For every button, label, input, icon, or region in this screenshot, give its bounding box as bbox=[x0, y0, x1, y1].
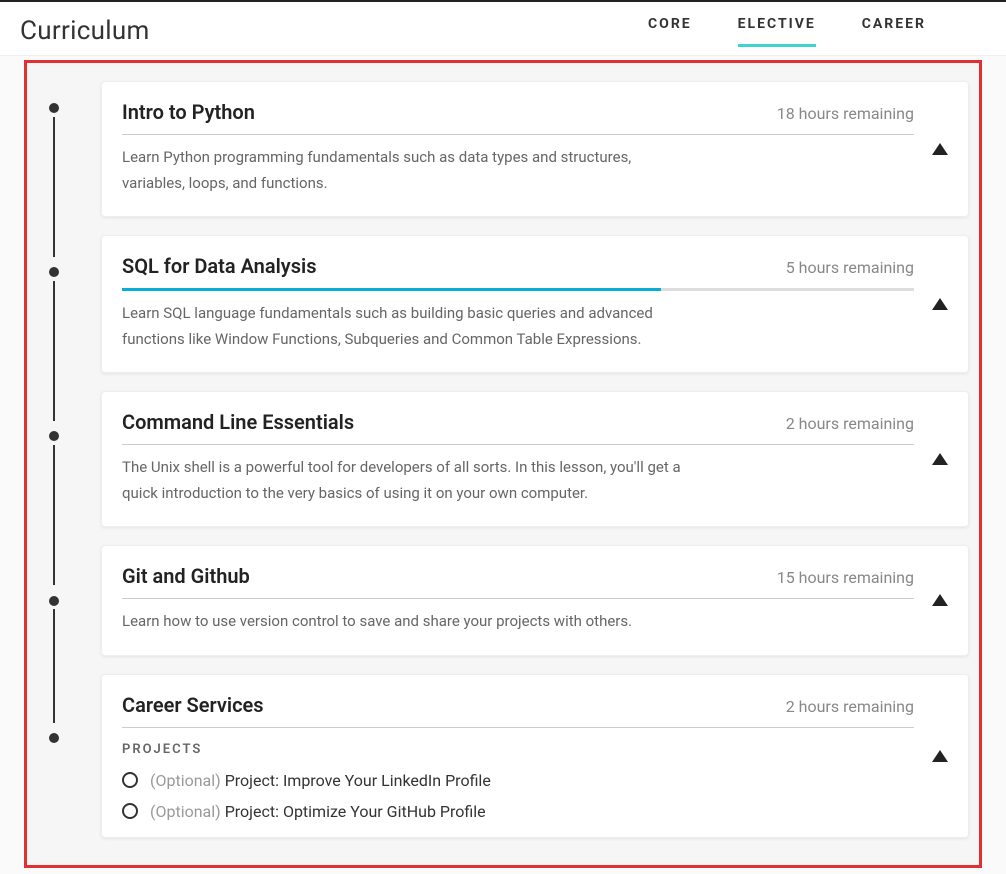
header-bar: Curriculum CORE ELECTIVE CAREER bbox=[0, 0, 1006, 56]
timeline-dot-icon bbox=[49, 103, 59, 113]
project-name: Project: Improve Your LinkedIn Profile bbox=[225, 771, 491, 790]
course-card[interactable]: Intro to Python 18 hours remaining Learn… bbox=[101, 81, 969, 217]
progress-fill bbox=[122, 288, 661, 291]
tab-core[interactable]: CORE bbox=[648, 16, 692, 47]
project-name: Project: Optimize Your GitHub Profile bbox=[225, 802, 486, 821]
course-remaining: 5 hours remaining bbox=[786, 258, 914, 277]
course-remaining: 18 hours remaining bbox=[777, 104, 914, 123]
timeline-dot-icon bbox=[49, 596, 59, 606]
course-description: Learn how to use version control to save… bbox=[122, 609, 682, 635]
course-title: Career Services bbox=[122, 693, 264, 717]
unchecked-circle-icon bbox=[122, 772, 138, 788]
course-remaining: 15 hours remaining bbox=[777, 568, 914, 587]
project-item[interactable]: (Optional) Project: Optimize Your GitHub… bbox=[122, 796, 914, 827]
optional-prefix: (Optional) bbox=[150, 771, 221, 790]
timeline-dot-icon bbox=[49, 431, 59, 441]
tab-elective[interactable]: ELECTIVE bbox=[738, 16, 816, 47]
timeline-line-icon bbox=[53, 609, 55, 723]
course-description: The Unix shell is a powerful tool for de… bbox=[122, 455, 682, 506]
course-remaining: 2 hours remaining bbox=[786, 697, 914, 716]
course-title: SQL for Data Analysis bbox=[122, 254, 316, 278]
collapse-icon[interactable] bbox=[932, 453, 948, 465]
optional-prefix: (Optional) bbox=[150, 802, 221, 821]
course-card[interactable]: SQL for Data Analysis 5 hours remaining … bbox=[101, 235, 969, 373]
course-card[interactable]: Career Services 2 hours remaining PROJEC… bbox=[101, 674, 969, 838]
course-title: Command Line Essentials bbox=[122, 410, 354, 434]
course-title: Intro to Python bbox=[122, 100, 255, 124]
timeline-dot-icon bbox=[49, 733, 59, 743]
collapse-icon[interactable] bbox=[932, 298, 948, 310]
course-description: Learn SQL language fundamentals such as … bbox=[122, 301, 682, 352]
collapse-icon[interactable] bbox=[932, 143, 948, 155]
timeline-line-icon bbox=[53, 445, 55, 585]
course-remaining: 2 hours remaining bbox=[786, 414, 914, 433]
page-title: Curriculum bbox=[20, 16, 150, 46]
course-description: Learn Python programming fundamentals su… bbox=[122, 145, 682, 196]
timeline-line-icon bbox=[53, 281, 55, 421]
project-item[interactable]: (Optional) Project: Improve Your LinkedI… bbox=[122, 765, 914, 796]
timeline-dot-icon bbox=[49, 267, 59, 277]
highlighted-region: Intro to Python 18 hours remaining Learn… bbox=[24, 60, 982, 868]
projects-label: PROJECTS bbox=[122, 742, 914, 757]
course-card[interactable]: Git and Github 15 hours remaining Learn … bbox=[101, 545, 969, 656]
timeline-line-icon bbox=[53, 117, 55, 257]
course-timeline: Intro to Python 18 hours remaining Learn… bbox=[37, 81, 969, 838]
collapse-icon[interactable] bbox=[932, 594, 948, 606]
collapse-icon[interactable] bbox=[932, 750, 948, 762]
course-title: Git and Github bbox=[122, 564, 250, 588]
project-text: (Optional) Project: Improve Your LinkedI… bbox=[150, 771, 491, 790]
progress-bar bbox=[122, 288, 914, 291]
tab-career[interactable]: CAREER bbox=[862, 16, 926, 47]
course-card[interactable]: Command Line Essentials 2 hours remainin… bbox=[101, 391, 969, 527]
unchecked-circle-icon bbox=[122, 803, 138, 819]
project-text: (Optional) Project: Optimize Your GitHub… bbox=[150, 802, 486, 821]
tab-row: CORE ELECTIVE CAREER bbox=[648, 16, 986, 47]
